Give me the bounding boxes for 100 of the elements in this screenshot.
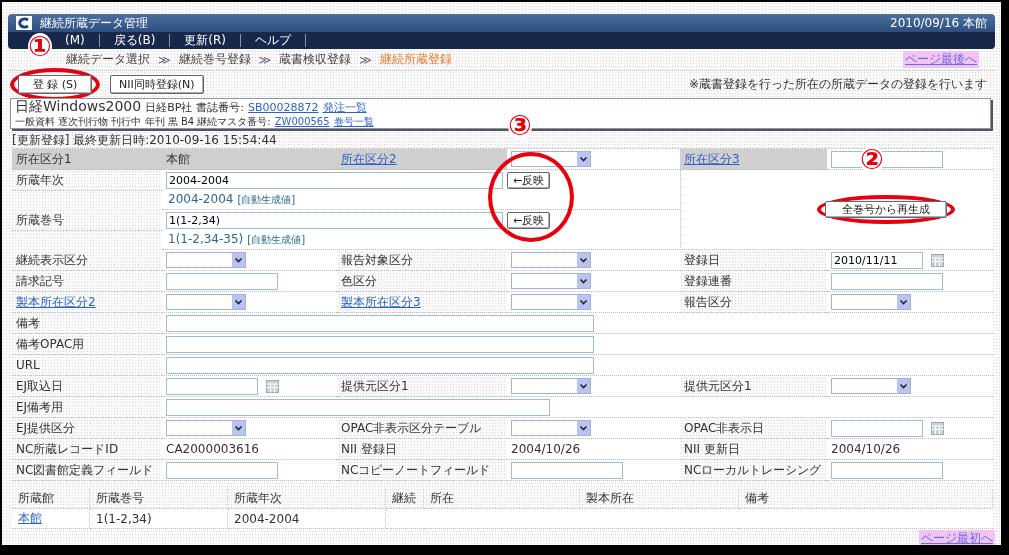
breadcrumb-item[interactable]: 蔵書検収登録 <box>279 51 352 68</box>
field-label: 登録連番 <box>684 272 732 290</box>
field-label: OPAC非表示区分テーブル <box>341 419 482 437</box>
text-field[interactable] <box>166 356 594 374</box>
field-label: NII 更新日 <box>684 440 740 458</box>
chevron-down-icon <box>232 253 245 267</box>
record-title: 日経Windows2000 <box>15 99 142 113</box>
field-label: 継続表示区分 <box>16 251 88 269</box>
record-details: 一般資料 逐次刊行物 刊行中 年刊 黒 B4 継続マスタ番号: <box>15 115 271 128</box>
field-label: EJ備考用 <box>16 398 64 416</box>
text-field[interactable] <box>166 461 278 479</box>
register-button[interactable]: 登 録 (S) <box>18 74 92 94</box>
dropdown[interactable] <box>831 378 911 394</box>
chevron-down-icon <box>897 295 910 309</box>
dropdown[interactable] <box>166 252 246 268</box>
dropdown[interactable] <box>511 420 591 436</box>
text-field[interactable] <box>831 272 943 290</box>
regenerate-button[interactable]: 全巻号から再生成 <box>825 201 947 218</box>
generated-note: [自動生成値] <box>247 233 306 247</box>
breadcrumb-item[interactable]: 継続データ選択 <box>66 51 150 68</box>
chevron-down-icon <box>577 152 590 166</box>
field-label: EJ取込日 <box>16 377 64 395</box>
field-label: OPAC非表示日 <box>684 419 765 437</box>
field-link-label[interactable]: 製本所在区分2 <box>16 293 96 311</box>
field-link-label[interactable]: 製本所在区分3 <box>341 293 421 311</box>
field-label: 請求記号 <box>16 272 64 290</box>
nii-register-button[interactable]: NII同時登録(N) <box>110 74 204 94</box>
breadcrumb-separator: ≫ <box>258 52 272 67</box>
date-field[interactable] <box>831 419 923 437</box>
field-value: 2004/10/26 <box>511 442 581 456</box>
record-id-link[interactable]: SB00028872 <box>248 101 319 115</box>
calendar-icon[interactable] <box>931 421 944 435</box>
reflect-button[interactable]: ←反映 <box>507 172 551 189</box>
field-label: 所蔵年次 <box>16 171 64 189</box>
menu-item[interactable]: 戻る(B) <box>99 34 171 47</box>
field-label: NCローカルトレーシング <box>684 461 822 479</box>
chevron-down-icon <box>577 295 590 309</box>
field-label: 提供元区分1 <box>341 377 409 395</box>
order-list-link[interactable]: 発注一覧 <box>322 101 367 115</box>
chevron-down-icon <box>577 274 590 288</box>
reflect-button[interactable]: ←反映 <box>507 212 551 229</box>
generated-value: 1(1-2,34-35) <box>168 232 244 246</box>
text-field[interactable] <box>166 335 594 353</box>
text-field[interactable] <box>511 461 623 479</box>
breadcrumb-item: 継続所蔵登録 <box>379 51 452 68</box>
text-field[interactable] <box>831 461 943 479</box>
issue-list-link[interactable]: 巻号一覧 <box>333 115 374 128</box>
text-field[interactable] <box>831 150 943 168</box>
calendar-icon[interactable] <box>266 379 279 393</box>
logo-icon <box>16 16 32 30</box>
date-field[interactable]: 2010/11/11 <box>831 251 923 269</box>
publisher-text: 日経BP社 <box>145 101 193 115</box>
text-field[interactable] <box>166 272 278 290</box>
field-label: NII 登録日 <box>341 440 397 458</box>
library-link[interactable]: 本館 <box>18 510 42 527</box>
column-header: 所在 <box>430 490 454 507</box>
field-label: 備考OPAC用 <box>16 335 85 353</box>
breadcrumb-item[interactable]: 継続巻号登録 <box>178 51 251 68</box>
field-value: 本館 <box>166 150 190 168</box>
column-header: 継続 <box>392 490 416 507</box>
update-info: [更新登録] 最終更新日時:2010-09-16 15:54:44 <box>12 132 278 146</box>
note-text: ※蔵書登録を行った所在の所蔵データの登録を行います <box>688 75 987 93</box>
text-field[interactable] <box>166 314 594 332</box>
dropdown[interactable] <box>511 252 591 268</box>
dropdown[interactable] <box>166 294 246 310</box>
menu-item[interactable]: 更新(R) <box>170 34 242 47</box>
date-field[interactable] <box>166 377 258 395</box>
generated-value: 2004-2004 <box>168 192 234 206</box>
column-header: 備考 <box>745 490 769 507</box>
column-header: 所蔵巻号 <box>96 490 144 507</box>
field-label: 報告区分 <box>684 293 732 311</box>
field-label: 色区分 <box>341 272 377 290</box>
table-cell: 1(1-2,34) <box>96 511 152 526</box>
field-value: CA2000003616 <box>166 442 259 456</box>
dropdown[interactable] <box>831 294 911 310</box>
field-label: EJ提供区分 <box>16 419 76 437</box>
generated-note: [自動生成値] <box>237 193 296 207</box>
calendar-icon[interactable] <box>931 253 944 267</box>
text-field[interactable] <box>166 398 550 416</box>
annotation-number: ③ <box>508 112 532 140</box>
date-branch-text: 2010/09/16 本館 <box>890 14 987 32</box>
chevron-down-icon <box>577 421 590 435</box>
field-label: 所蔵巻号 <box>16 211 64 229</box>
breadcrumb-separator: ≫ <box>158 52 171 67</box>
menu-item[interactable]: (M) <box>65 34 100 47</box>
dropdown[interactable] <box>166 420 246 436</box>
chevron-down-icon <box>232 421 245 435</box>
text-field[interactable]: 2004-2004 <box>166 172 503 189</box>
window-title: 継続所蔵データ管理 <box>40 14 148 32</box>
dropdown[interactable] <box>511 294 591 310</box>
master-id-link[interactable]: ZW000565 <box>274 115 330 128</box>
text-field[interactable]: 1(1-2,34) <box>166 212 503 229</box>
column-header: 所蔵年次 <box>234 490 282 507</box>
dropdown[interactable] <box>511 273 591 289</box>
field-label: 報告対象区分 <box>341 251 413 269</box>
field-label: NC図書館定義フィールド <box>16 461 154 479</box>
dropdown[interactable] <box>511 378 591 394</box>
column-header: 所蔵館 <box>18 490 54 507</box>
field-label: 登録日 <box>684 251 720 269</box>
menu-item[interactable]: ヘルプ <box>241 34 307 47</box>
